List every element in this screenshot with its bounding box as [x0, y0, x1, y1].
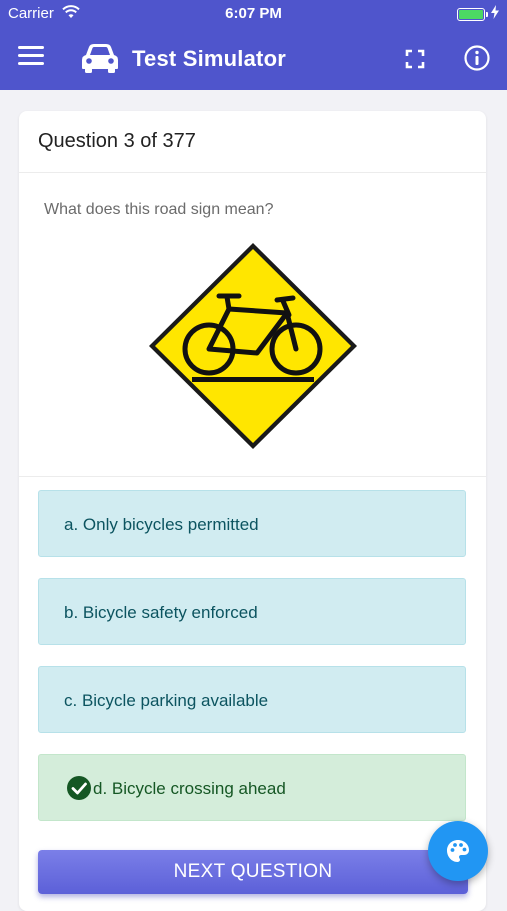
answer-option-label: d. Bicycle crossing ahead [93, 779, 286, 798]
answer-option-a[interactable]: a. Only bicycles permitted [38, 490, 466, 557]
status-time: 6:07 PM [225, 5, 282, 22]
status-bar: Carrier 6:07 PM [0, 0, 507, 28]
card-divider [19, 476, 486, 477]
question-text: What does this road sign mean? [44, 201, 274, 218]
bicycle-crossing-sign-icon [147, 241, 359, 456]
answer-option-label: c. Bicycle parking available [64, 691, 269, 710]
next-question-button[interactable]: NEXT QUESTION [38, 850, 468, 894]
question-card: Question 3 of 377 What does this road si… [19, 111, 486, 911]
answer-option-label: b. Bicycle safety enforced [64, 603, 258, 622]
question-counter: Question 3 of 377 [38, 130, 196, 152]
app-bar: Test Simulator [0, 28, 507, 90]
fullscreen-icon[interactable] [404, 48, 426, 75]
answer-option-c[interactable]: c. Bicycle parking available [38, 666, 466, 733]
answer-option-label: a. Only bicycles permitted [64, 515, 259, 534]
info-icon[interactable] [463, 44, 491, 77]
battery-icon [457, 8, 488, 21]
answer-option-b[interactable]: b. Bicycle safety enforced [38, 578, 466, 645]
hamburger-menu-icon[interactable] [18, 46, 44, 70]
palette-icon [447, 840, 469, 862]
charging-icon [491, 5, 499, 23]
car-icon [80, 42, 120, 79]
question-header: Question 3 of 377 [19, 111, 486, 173]
theme-palette-button[interactable] [428, 821, 488, 881]
check-circle-icon [66, 775, 92, 806]
app-title: Test Simulator [132, 46, 286, 71]
answer-option-d[interactable]: d. Bicycle crossing ahead [38, 754, 466, 821]
